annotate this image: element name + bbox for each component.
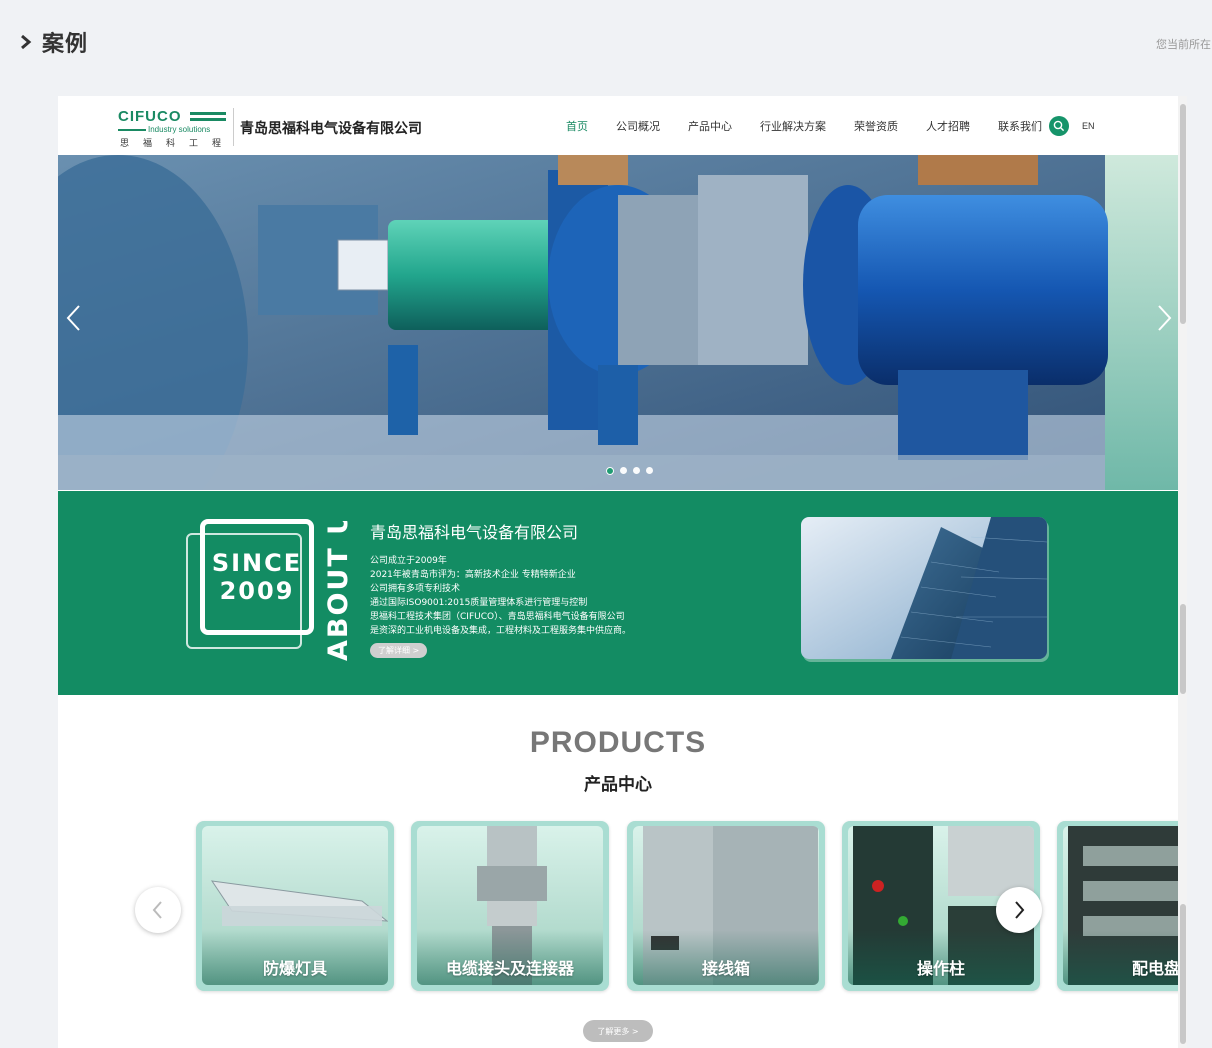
about-line: 公司成立于2009年 [370,556,447,566]
menu-item-products[interactable]: 产品中心 [688,118,732,134]
breadcrumb: 您当前所在 [1156,38,1211,51]
products-title-cn: 产品中心 [584,775,652,795]
product-label: 接线箱 [701,959,750,978]
menu-item-about[interactable]: 公司概况 [616,118,660,134]
banner-prev-arrow[interactable] [62,303,86,333]
site-logo[interactable]: CIFUCO Industry solutions 思福科工程 [118,108,228,149]
case-screenshot: CIFUCO Industry solutions 思福科工程 青岛思福科电气设… [58,96,1178,1048]
about-us-text: ABOUT US [323,521,354,661]
about-building-image [801,517,1047,659]
about-section: SINCE 2009 ABOUT US 青岛思福科电气设备有限公司 公司成立于2… [58,491,1178,695]
about-line: 是资深的工业机电设备及集成，工程材料及工程服务集中供应商。 [370,626,632,636]
logo-cn: 思福科工程 [120,139,236,149]
chevron-left-icon [152,901,162,919]
chevron-right-icon [21,34,32,50]
page-title: 案例 [18,26,88,58]
main-menu: 首页 公司概况 产品中心 行业解决方案 荣誉资质 人才招聘 联系我们 [552,96,1056,155]
chevron-right-icon [1015,901,1025,919]
logo-brand: CIFUCO [118,108,182,125]
about-line: 通过国际ISO9001:2015质量管理体系进行管理与控制 [370,598,588,608]
about-us-vertical-label: ABOUT US [323,521,354,661]
banner-dot[interactable] [633,467,640,474]
logo-tagline: Industry solutions [148,125,211,134]
page-header: 案例 您当前所在 [0,0,1212,90]
products-title-en: PRODUCTS [529,726,707,759]
menu-item-contact[interactable]: 联系我们 [998,118,1042,134]
about-title: 青岛思福科电气设备有限公司 [370,523,579,542]
company-name: 青岛思福科电气设备有限公司 [240,121,422,137]
search-button[interactable] [1049,116,1069,136]
about-line: 公司拥有多项专利技术 [370,584,461,594]
banner-dot[interactable] [620,467,627,474]
menu-item-careers[interactable]: 人才招聘 [926,118,970,134]
about-line: 思福科工程技术集团（CIFUCO）、青岛思福科电气设备有限公司 [370,612,625,622]
banner-image [58,155,1178,490]
menu-item-honors[interactable]: 荣誉资质 [854,118,898,134]
hero-banner [58,155,1178,490]
banner-dot[interactable] [606,467,614,475]
site-nav: CIFUCO Industry solutions 思福科工程 青岛思福科电气设… [58,96,1178,155]
banner-next-arrow[interactable] [1152,303,1176,333]
product-card[interactable]: 配电盘 [1057,821,1178,991]
products-prev-button[interactable] [135,887,181,933]
banner-dot[interactable] [646,467,653,474]
products-next-button[interactable] [996,887,1042,933]
since-badge: SINCE 2009 [186,519,314,649]
product-label: 电缆接头及连接器 [445,959,574,978]
search-icon [1053,120,1065,132]
menu-item-home[interactable]: 首页 [566,118,588,134]
page-title-text: 案例 [42,32,89,57]
since-year: 2009 [219,577,295,605]
product-card[interactable]: 接线箱 [627,821,825,991]
product-label: 配电盘 [1131,959,1178,978]
product-label: 防爆灯具 [262,959,327,978]
about-line: 2021年被青岛市评为：高新技术企业 专精特新企业 [370,570,576,580]
menu-item-solutions[interactable]: 行业解决方案 [760,118,826,134]
products-more-button[interactable]: 了解更多 > [583,1020,653,1042]
language-switch[interactable]: EN [1082,121,1095,131]
product-label: 操作柱 [916,959,965,978]
product-card[interactable]: 电缆接头及连接器 [411,821,609,991]
about-more-button[interactable]: 了解详细 > [370,643,428,658]
product-card[interactable]: 防爆灯具 [196,821,394,991]
screenshot-scrollbar[interactable] [1178,96,1187,1048]
about-text: 公司成立于2009年 2021年被青岛市评为：高新技术企业 专精特新企业 公司拥… [370,554,631,638]
banner-dots [606,467,653,475]
since-word: SINCE [211,549,303,577]
